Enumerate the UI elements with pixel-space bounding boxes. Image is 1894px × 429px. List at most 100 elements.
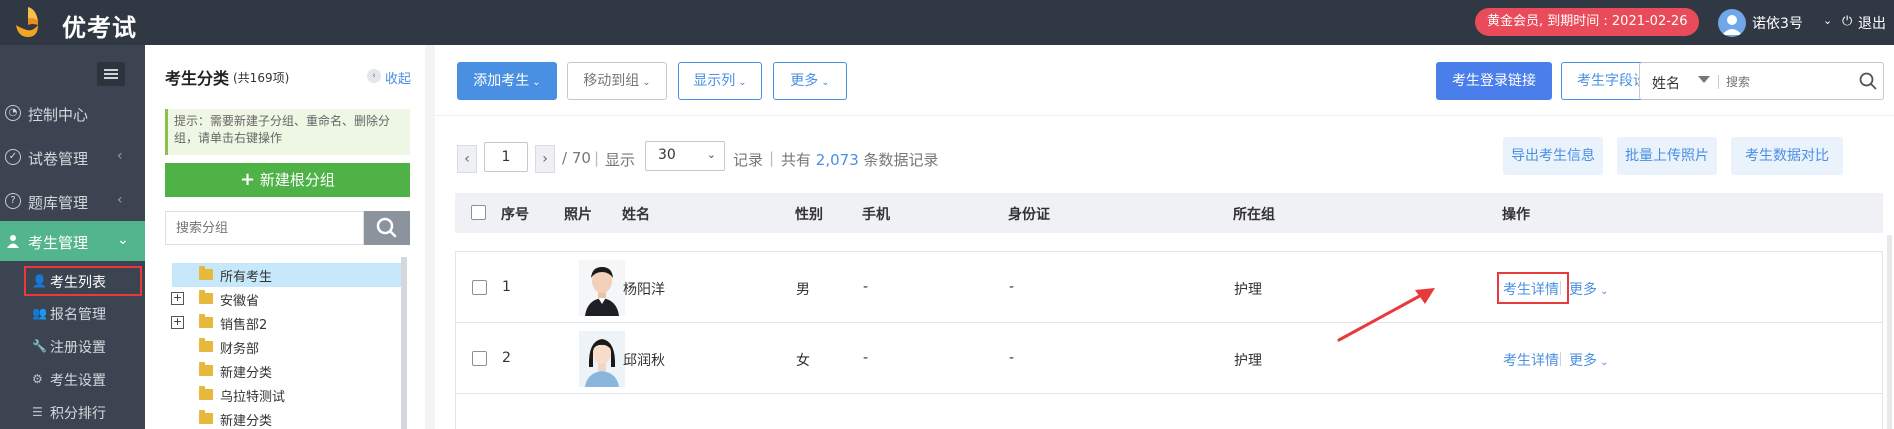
search-input[interactable]: [1726, 72, 1846, 92]
row-checkbox[interactable]: [472, 280, 487, 295]
tree-node[interactable]: 所有考生: [172, 263, 402, 287]
tree-node[interactable]: 乌拉特测试: [169, 383, 409, 407]
sidebar-subitem-ranking[interactable]: ☰ 积分排行: [24, 397, 142, 427]
wrench-icon: 🔧: [32, 339, 47, 353]
student-phone: -: [863, 279, 869, 295]
divider: [1560, 352, 1561, 366]
category-title: 考生分类: [165, 69, 230, 88]
ranking-icon: ☰: [32, 405, 43, 419]
expand-icon[interactable]: +: [171, 316, 184, 329]
records-label: 记录: [733, 151, 764, 169]
sidebar-subitem-label: 积分排行: [50, 406, 106, 422]
column-header: 身份证: [1008, 207, 1050, 223]
sidebar-subitem-registration[interactable]: 👥 报名管理: [24, 298, 142, 328]
folder-icon: [199, 386, 213, 400]
chevron-left-icon: ‹: [117, 192, 123, 208]
chevron-down-icon: ⌄: [1597, 286, 1609, 297]
tree-scrollbar[interactable]: [401, 257, 407, 429]
sidebar-subitem-student-settings[interactable]: ⚙ 考生设置: [24, 364, 142, 394]
group-search-input[interactable]: [165, 211, 364, 245]
expand-icon[interactable]: +: [171, 292, 184, 305]
tree-node[interactable]: 新建分类: [169, 359, 409, 383]
table-row: [455, 393, 1883, 429]
show-columns-button[interactable]: 显示列 ⌄: [678, 62, 762, 100]
user-name[interactable]: 诺依3号: [1752, 13, 1803, 33]
student-id-card: -: [1009, 279, 1015, 295]
student-detail-link[interactable]: 考生详情: [1503, 350, 1559, 370]
avatar[interactable]: [1718, 9, 1746, 37]
group-search-button[interactable]: [364, 211, 410, 245]
folder-icon: [199, 338, 213, 352]
row-index: 1: [502, 279, 511, 295]
total-count: 2,073: [815, 151, 859, 169]
add-student-label: 添加考生: [473, 73, 530, 89]
select-all-checkbox[interactable]: [471, 205, 486, 220]
row-more-link[interactable]: 更多 ⌄: [1569, 350, 1609, 370]
column-header: 所在组: [1233, 207, 1275, 223]
chevron-down-icon[interactable]: ⌄: [1823, 14, 1832, 27]
member-badge[interactable]: 黄金会员, 到期时间 : 2021-02-26: [1475, 8, 1700, 36]
user-icon: [5, 233, 21, 249]
hamburger-icon[interactable]: [97, 62, 125, 86]
logout-link[interactable]: 退出: [1858, 13, 1886, 33]
new-root-group-label: 新建根分组: [259, 171, 335, 189]
row-more-link[interactable]: 更多 ⌄: [1569, 279, 1609, 299]
category-tree: 所有考生 + 安徽省 + 销售部2 财务部 新建分类 乌拉特测试 新建分类: [169, 263, 409, 429]
collapse-link[interactable]: 收起: [385, 68, 411, 87]
folder-icon: [199, 314, 213, 328]
chevron-down-icon: ⌄: [706, 148, 716, 161]
table-scrollbar[interactable]: [1887, 235, 1892, 429]
student-photo: [579, 260, 625, 316]
student-group: 护理: [1234, 353, 1262, 369]
tree-node[interactable]: + 安徽省: [169, 287, 409, 311]
export-students-button[interactable]: 导出考生信息: [1503, 137, 1603, 175]
sidebar-item-label: 控制中心: [28, 106, 89, 124]
total-suffix: 条数据记录: [863, 151, 939, 169]
add-student-button[interactable]: 添加考生 ⌄: [457, 62, 557, 100]
category-count: (共169项): [233, 71, 290, 85]
total-pages: / 70: [562, 149, 591, 167]
next-page-button[interactable]: ›: [535, 145, 555, 173]
table-row: 2 邱润秋 女 - - 护理 考生详情 更多 ⌄: [455, 322, 1883, 394]
chevron-down-icon: ⌄: [1597, 357, 1609, 368]
move-to-group-button[interactable]: 移动到组 ⌄: [567, 62, 667, 100]
prev-page-button[interactable]: ‹: [457, 145, 477, 173]
sidebar-item-questions[interactable]: ? 题库管理 ‹: [0, 181, 145, 221]
row-index: 2: [502, 350, 511, 366]
search-field-select[interactable]: 姓名: [1652, 73, 1680, 93]
search-icon[interactable]: [1859, 72, 1877, 90]
page-size-select[interactable]: 30 ⌄: [645, 141, 725, 171]
tree-node[interactable]: 财务部: [169, 335, 409, 359]
caret-down-icon[interactable]: [1698, 76, 1710, 83]
login-link-button[interactable]: 考生登录链接: [1436, 62, 1552, 100]
sidebar-subitem-register-settings[interactable]: 🔧 注册设置: [24, 331, 142, 361]
new-root-group-button[interactable]: + 新建根分组: [165, 163, 410, 197]
sidebar-subitem-label: 考生设置: [50, 373, 106, 389]
power-icon[interactable]: ⏻: [1842, 14, 1852, 29]
sidebar-item-dashboard[interactable]: ◔ 控制中心: [0, 93, 145, 133]
student-gender: 男: [796, 282, 810, 298]
tree-node-label: 财务部: [220, 342, 260, 357]
separator: |: [594, 149, 600, 167]
student-photo: [579, 331, 625, 387]
user-plus-icon: 👥: [32, 306, 47, 320]
more-label: 更多: [790, 73, 819, 89]
tree-node[interactable]: + 销售部2: [169, 311, 409, 335]
page-number-input[interactable]: 1: [484, 142, 528, 172]
tree-node-label: 安徽省: [220, 294, 260, 309]
chevron-left-icon[interactable]: ‹: [367, 69, 381, 83]
top-bar: 优考试 黄金会员, 到期时间 : 2021-02-26 诺依3号 ⌄ ⏻ 退出: [0, 0, 1894, 45]
row-more-label: 更多: [1569, 282, 1597, 298]
row-checkbox[interactable]: [472, 351, 487, 366]
student-phone: -: [863, 350, 869, 366]
batch-upload-photos-button[interactable]: 批量上传照片: [1617, 137, 1717, 175]
student-gender: 女: [796, 353, 810, 369]
compare-data-button[interactable]: 考生数据对比: [1731, 137, 1843, 175]
sidebar-item-students[interactable]: 考生管理 ⌄: [0, 221, 145, 261]
more-button[interactable]: 更多 ⌄: [773, 62, 847, 100]
sidebar-subitem-student-list[interactable]: 👤 考生列表: [24, 266, 142, 296]
sidebar-item-papers[interactable]: ✓ 试卷管理 ‹: [0, 137, 145, 177]
tree-node[interactable]: 新建分类: [169, 407, 409, 429]
folder-icon: [199, 362, 213, 376]
dashboard-icon: ◔: [5, 105, 21, 121]
